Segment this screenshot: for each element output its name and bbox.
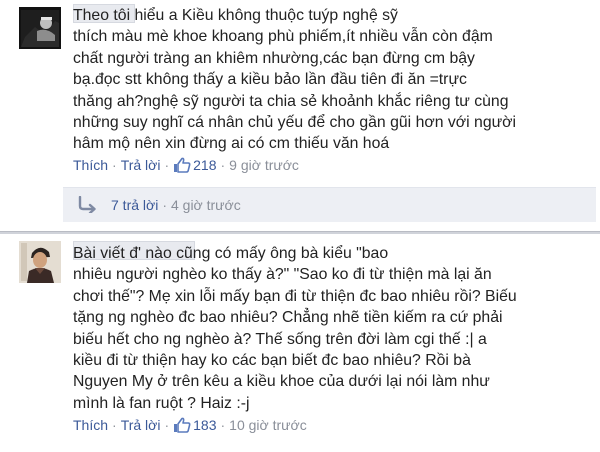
- avatar[interactable]: [19, 241, 61, 283]
- separator: ·: [220, 157, 226, 173]
- replies-summary[interactable]: 7 trả lời · 4 giờ trước: [63, 187, 596, 222]
- comment-actions: Thích · Trả lời · 218 · 9 giờ trước: [73, 156, 299, 174]
- separator: ·: [164, 417, 170, 433]
- comment-text: Theo tôi hiểu a Kiều không thuộc tuýp ng…: [73, 7, 517, 153]
- separator: ·: [162, 197, 167, 213]
- separator: ·: [164, 157, 170, 173]
- like-link[interactable]: Thích: [73, 416, 108, 434]
- separator: ·: [112, 157, 117, 173]
- thumbs-up-icon: [174, 157, 191, 173]
- avatar[interactable]: [19, 7, 61, 49]
- comment: Theo tôi hiểu a Kiều không thuộc tuýp ng…: [0, 0, 600, 230]
- replies-count-link[interactable]: 7 trả lời: [111, 197, 158, 213]
- separator: ·: [220, 417, 226, 433]
- reply-arrow-icon: [78, 196, 96, 213]
- comment-text: Bài viết đ' nào cũng có mấy ông bà kiểu …: [73, 245, 517, 412]
- reply-link[interactable]: Trả lời: [121, 416, 161, 434]
- like-count[interactable]: 183: [173, 416, 217, 434]
- timestamp[interactable]: 9 giờ trước: [229, 156, 299, 174]
- like-count-value: 218: [193, 157, 217, 173]
- like-count[interactable]: 218: [173, 156, 217, 174]
- separator: ·: [112, 417, 117, 433]
- like-count-value: 183: [193, 417, 217, 433]
- replies-timestamp: 4 giờ trước: [170, 197, 241, 213]
- thumbs-up-icon: [174, 417, 191, 433]
- reply-link[interactable]: Trả lời: [121, 156, 161, 174]
- like-link[interactable]: Thích: [73, 156, 108, 174]
- divider: [0, 232, 600, 234]
- comment-actions: Thích · Trả lời · 183 · 10 giờ trước: [73, 416, 307, 434]
- timestamp[interactable]: 10 giờ trước: [229, 416, 307, 434]
